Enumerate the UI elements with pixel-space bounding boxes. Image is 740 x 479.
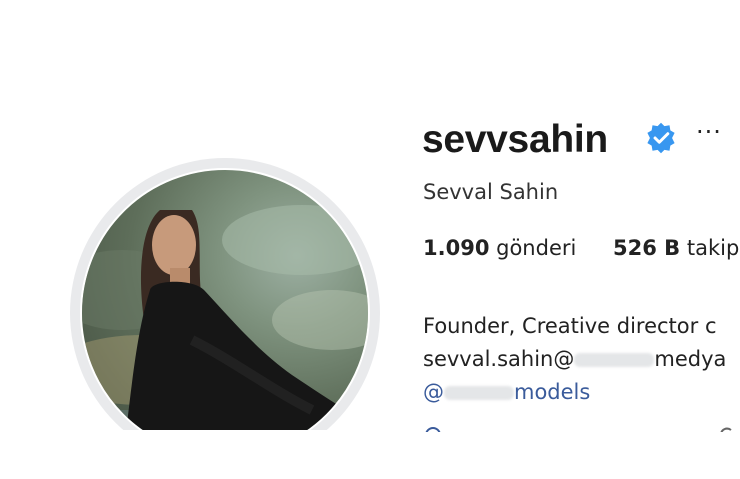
redacted-text: [444, 386, 514, 400]
posts-stat[interactable]: 1.090 gönderi: [423, 236, 576, 260]
bio-email-line[interactable]: sevval.sahin@ medya: [423, 343, 740, 376]
avatar[interactable]: [80, 168, 370, 458]
avatar-ring[interactable]: [70, 158, 380, 468]
more-options-button[interactable]: ···: [696, 118, 722, 146]
bio-email-end: medya: [654, 347, 727, 371]
bio-mention-link[interactable]: @ models: [423, 376, 740, 409]
profile-full-name: Sevval Sahin: [423, 180, 559, 204]
redacted-text: [574, 353, 655, 367]
posts-count: 1.090: [423, 236, 490, 260]
posts-label: gönderi: [496, 236, 577, 260]
avatar-photo: [82, 205, 368, 456]
bottom-cutoff: [0, 430, 740, 479]
followers-count: 526 B: [613, 236, 681, 260]
bio-link-end: models: [514, 380, 591, 404]
profile-bio: Founder, Creative director c sevval.sahi…: [423, 310, 740, 409]
bio-link-start: @: [423, 380, 444, 404]
verified-badge-icon: [647, 122, 675, 154]
profile-page: sevvsahin ··· Sevval Sahin 1.090 gönderi…: [0, 0, 740, 479]
partial-link-row[interactable]: [423, 418, 740, 432]
profile-stats: 1.090 gönderi 526 B takip: [423, 236, 740, 260]
followers-stat[interactable]: 526 B takip: [613, 236, 739, 260]
cutoff-link-row-icon: [425, 427, 732, 432]
profile-username: sevvsahin: [422, 118, 608, 161]
bio-line-1: Founder, Creative director c: [423, 314, 717, 338]
bio-email-start: sevval.sahin@: [423, 347, 575, 371]
followers-label: takip: [686, 236, 740, 260]
